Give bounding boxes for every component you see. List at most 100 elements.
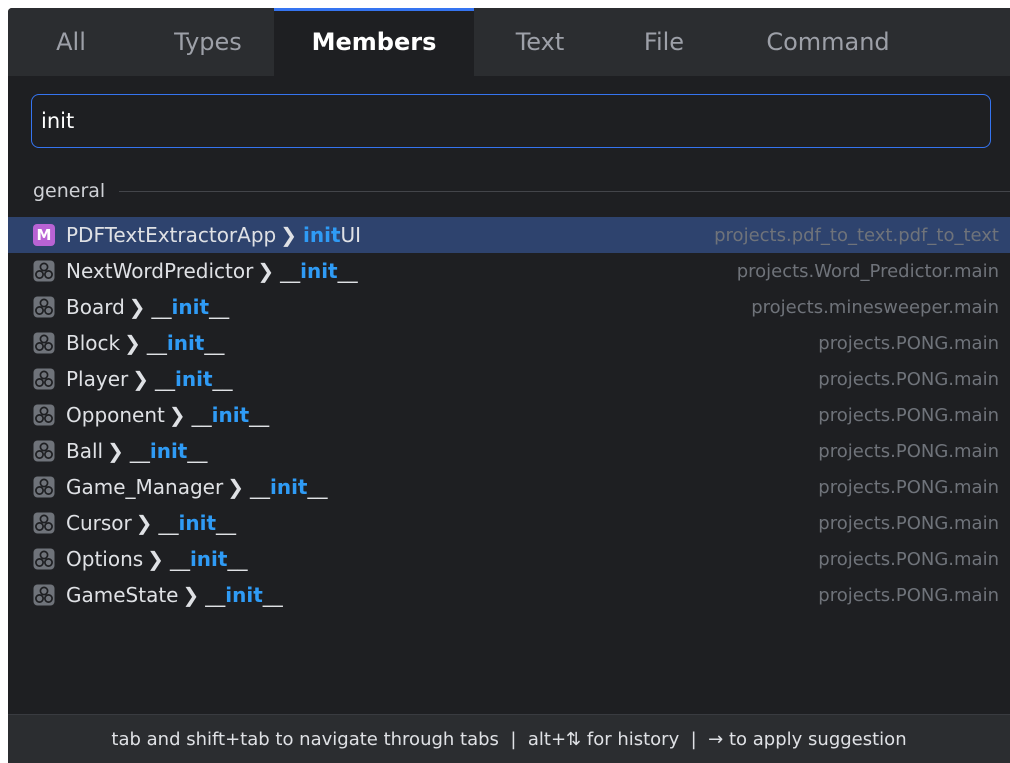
result-member-before: __ [249,475,270,499]
search-input[interactable] [31,94,991,148]
result-member-match: init [189,547,228,571]
chevron-right-icon: ❯ [168,403,186,427]
result-class: GameState [66,583,179,607]
result-path: projects.minesweeper.main [751,296,999,318]
result-path: projects.Word_Predictor.main [736,260,999,282]
result-path: projects.PONG.main [818,476,999,498]
tab-label: Command [766,28,890,56]
chevron-right-icon: ❯ [227,475,244,499]
result-member-after: __ [227,547,248,571]
result-class: Cursor [66,511,132,535]
result-row[interactable]: GameState ❯ __ init __ projects.PONG.main [8,577,1010,613]
result-member-after: __ [209,295,230,319]
result-row[interactable]: NextWordPredictor ❯ __ init __ projects.Word_… [8,253,1010,289]
chevron-right-icon: ❯ [128,295,146,319]
class-constructor-icon [33,548,55,570]
result-row[interactable]: Block ❯ __ init __ projects.PONG.main [8,325,1010,361]
result-row[interactable]: Ball ❯ __ init __ projects.PONG.main [8,433,1010,469]
result-row[interactable]: Cursor ❯ __ init __ projects.PONG.main [8,505,1010,541]
result-name: Player ❯ __ init __ [66,361,233,397]
result-row[interactable]: M PDFTextExtractorApp ❯ init UI projects.pdf_… [8,217,1010,253]
tab-file[interactable]: File [614,8,714,76]
result-member-match: init [225,583,263,607]
chevron-right-icon: ❯ [182,583,200,607]
tab-types[interactable]: Types [138,8,278,76]
result-class: NextWordPredictor [66,259,254,283]
result-member-after: __ [262,583,283,607]
class-constructor-icon [33,368,55,390]
result-member-before: __ [155,367,176,391]
result-class: Block [66,331,121,355]
result-member-match: init [300,259,338,283]
group-divider [119,190,1010,192]
result-path: projects.PONG.main [818,584,999,606]
tab-label: Text [515,28,565,56]
result-name: Block ❯ __ init __ [66,325,224,361]
result-member-before: __ [151,295,172,319]
result-member-match: init [211,403,250,427]
result-member-after: __ [216,511,237,535]
result-class: Opponent [66,403,165,427]
result-path: projects.PONG.main [818,404,999,426]
result-member-before: __ [205,583,226,607]
chevron-right-icon: ❯ [147,547,164,571]
result-class: Ball [66,439,104,463]
result-class: PDFTextExtractorApp [66,223,277,247]
group-header: general [33,178,1010,204]
result-name: Opponent ❯ __ init __ [66,397,269,433]
tab-command[interactable]: Command [738,8,918,76]
tab-members[interactable]: Members [274,8,474,76]
result-member-match: init [303,223,341,247]
chevron-right-icon: ❯ [107,439,124,463]
result-member-before: __ [158,511,179,535]
result-path: projects.PONG.main [818,512,999,534]
result-row[interactable]: Board ❯ __ init __ projects.minesweeper.main [8,289,1010,325]
class-constructor-icon [33,476,55,498]
tab-text[interactable]: Text [480,8,600,76]
class-constructor-icon [33,296,55,318]
result-member-match: init [178,511,217,535]
class-constructor-icon [33,260,55,282]
result-member-after: __ [212,367,233,391]
tab-label: Members [311,28,437,56]
class-constructor-icon [33,584,55,606]
chevron-right-icon: ❯ [135,511,153,535]
result-path: projects.PONG.main [818,332,999,354]
result-member-match: init [149,439,188,463]
method-icon: M [33,224,55,246]
result-member-after: __ [337,259,358,283]
tab-all[interactable]: All [26,8,116,76]
results-list: M PDFTextExtractorApp ❯ init UI projects.pdf_… [8,217,1010,613]
result-member-after: __ [249,403,270,427]
result-row[interactable]: Game_Manager ❯ __ init __ projects.PONG.main [8,469,1010,505]
result-member-after: UI [340,223,362,247]
search-everywhere-popup: All Types Members Text File Command gene… [8,8,1010,763]
result-member-before: __ [191,403,212,427]
result-name: NextWordPredictor ❯ __ init __ [66,253,358,289]
tab-bar: All Types Members Text File Command [8,8,1010,76]
class-constructor-icon [33,440,55,462]
chevron-right-icon: ❯ [257,259,275,283]
result-class: Game_Manager [66,475,224,499]
tab-label: File [643,28,685,56]
result-member-match: init [171,295,210,319]
result-row[interactable]: Opponent ❯ __ init __ projects.PONG.main [8,397,1010,433]
class-constructor-icon [33,512,55,534]
footer-hint: tab and shift+tab to navigate through ta… [8,714,1010,763]
tab-label: All [56,28,86,56]
result-row[interactable]: Player ❯ __ init __ projects.PONG.main [8,361,1010,397]
result-row[interactable]: Options ❯ __ init __ projects.PONG.main [8,541,1010,577]
footer-hint-text: tab and shift+tab to navigate through ta… [111,728,907,750]
class-constructor-icon [33,332,55,354]
result-member-match: init [269,475,308,499]
result-name: GameState ❯ __ init __ [66,577,283,613]
result-member-after: __ [187,439,208,463]
result-name: Board ❯ __ init __ [66,289,229,325]
chevron-right-icon: ❯ [132,367,150,391]
chevron-right-icon: ❯ [280,223,297,247]
result-member-after: __ [204,331,225,355]
group-label: general [33,180,106,202]
chevron-right-icon: ❯ [124,331,141,355]
result-class: Board [66,295,125,319]
result-name: Ball ❯ __ init __ [66,433,207,469]
